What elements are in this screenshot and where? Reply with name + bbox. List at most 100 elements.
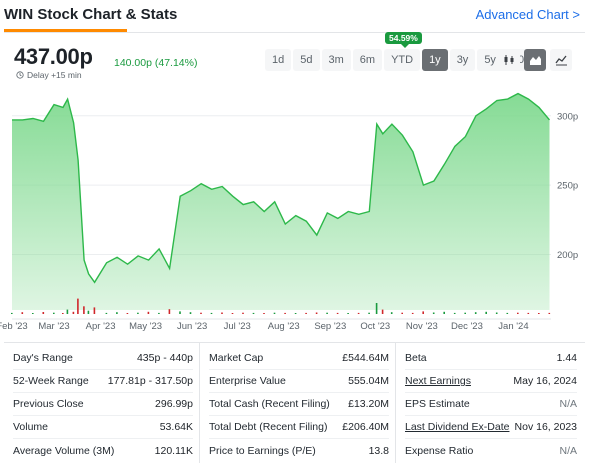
stat-label: Day's Range [13,352,73,364]
chart-type-selector [498,49,572,71]
stat-row: Price to Earnings (P/E) 13.8 [209,439,389,462]
stat-value: £544.64M [342,352,389,364]
stat-label: Total Cash (Recent Filing) [209,398,330,410]
price-change: 140.00p (47.14%) [114,57,198,69]
x-tick-label: Oct '23 [360,321,390,332]
volume-bar [294,313,297,314]
stats-column-trading: Day's Range 435p - 440p 52-Week Range 177.8… [4,343,200,463]
candlestick-chart-button[interactable] [498,49,520,71]
volume-bar [66,309,69,314]
volume-bar [548,312,551,314]
chart-header: WIN Stock Chart & Stats Advanced Chart > [0,0,589,33]
stats-column-valuation: Market Cap £544.64M Enterprise Value 555.04… [200,343,396,463]
range-button-ytd[interactable]: YTD [384,49,421,71]
volume-bar [381,309,384,314]
volume-bar [422,311,424,314]
volume-bar [62,313,64,314]
stat-label: Expense Ratio [405,444,474,457]
stat-value: 120.11K [154,444,193,457]
current-price: 437.00p [14,44,93,69]
volume-bar [158,312,160,314]
volume-bar [210,312,213,314]
stat-label: Average Volume (3M) [13,444,115,457]
x-tick-label: Jul '23 [224,321,251,332]
volume-bar [284,312,286,314]
stat-label: EPS Estimate [405,398,470,410]
stat-value: May 16, 2024 [513,375,577,387]
stat-row: Day's Range 435p - 440p [13,347,193,370]
stat-value: Nov 16, 2023 [514,421,577,433]
volume-bar [252,312,255,314]
volume-bar [168,309,171,314]
volume-bar [231,313,234,314]
stat-label: Enterprise Value [209,375,286,387]
volume-bar [305,312,307,314]
volume-bar [326,312,328,314]
stat-row: Total Debt (Recent Filing) £206.40M [209,416,389,439]
range-button-1d[interactable]: 1d [265,49,292,71]
stat-label: Previous Close [13,398,84,410]
volume-bar [485,311,487,314]
volume-bar [506,312,509,314]
volume-bar [242,312,244,314]
volume-bar [189,312,192,314]
y-tick-label: 250p [557,181,578,192]
x-tick-label: Apr '23 [86,321,116,332]
volume-bar [453,312,456,314]
volume-bar [464,312,466,314]
stat-value: 1.44 [556,352,577,364]
stat-row: Last Dividend Ex-Date Nov 16, 2023 [405,416,577,439]
volume-bar [527,312,530,314]
x-tick-label: Feb '23 [0,321,28,332]
stat-value: 53.64K [159,421,193,433]
range-button-6m[interactable]: 6m [352,49,383,71]
time-range-selector: 1d 5d 3m 6m YTD 1y 3y 5y 10y [265,49,537,71]
stat-label: Beta [405,352,427,364]
stat-row: Volume 53.64K [13,416,193,439]
stat-row: Enterprise Value 555.04M [209,370,389,393]
volume-bar [375,303,378,314]
x-tick-label: Nov '23 [406,321,438,332]
volume-bar [538,313,540,314]
volume-bar [77,298,79,314]
stat-value: N/A [559,398,577,410]
volume-bar [517,312,519,314]
range-button-3y[interactable]: 3y [449,49,476,71]
area-chart-button[interactable] [524,49,546,71]
stat-row: Total Cash (Recent Filing) £13.20M [209,393,389,416]
x-tick-label: Aug '23 [268,321,300,332]
stat-label[interactable]: Last Dividend Ex-Date [405,421,509,433]
volume-bar [11,312,13,314]
volume-bar [495,312,498,314]
volume-bar [116,312,118,314]
y-tick-label: 300p [557,111,578,122]
volume-bar [83,306,85,314]
volume-bar [137,312,139,314]
advanced-chart-link[interactable]: Advanced Chart > [476,7,580,22]
volume-bar [72,311,75,314]
volume-bar [347,313,349,314]
volume-bar [53,312,55,314]
volume-bar [179,311,181,314]
price-chart[interactable]: 300p 250p 200p Feb '23 Mar '23 Apr '23 May '23… [0,80,589,342]
volume-bar [443,311,445,314]
x-tick-label: Jan '24 [498,321,528,332]
stat-value: N/A [559,444,577,457]
volume-bar [200,312,202,314]
volume-bar [263,313,265,314]
stat-label[interactable]: Next Earnings [405,375,471,387]
x-tick-label: Sep '23 [314,321,346,332]
range-button-5d[interactable]: 5d [293,49,320,71]
volume-bar [474,312,477,314]
stat-label: Total Debt (Recent Filing) [209,421,328,433]
stat-value: 435p - 440p [136,352,193,364]
stat-value: 177.81p - 317.50p [107,375,193,387]
line-chart-button[interactable] [550,49,572,71]
volume-bar [432,312,435,314]
stat-value: £206.40M [342,421,389,433]
volume-bar [336,312,339,314]
volume-bar [368,312,370,314]
range-button-3m[interactable]: 3m [321,49,351,71]
volume-bar [105,312,108,314]
range-button-1y[interactable]: 1y [422,49,448,71]
